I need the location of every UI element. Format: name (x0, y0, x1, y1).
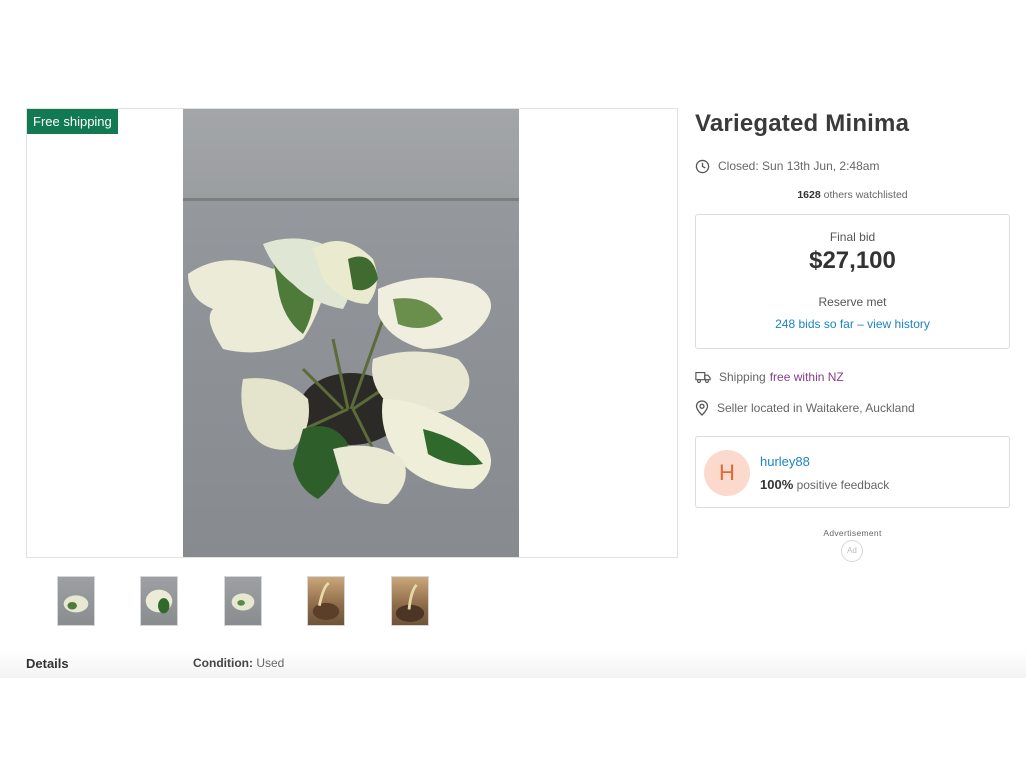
seller-card[interactable]: H hurley88 100% positive feedback (695, 436, 1010, 508)
seller-name-link[interactable]: hurley88 (760, 454, 810, 469)
thumbnail-3[interactable] (224, 576, 262, 626)
condition-label: Condition: (193, 656, 253, 670)
final-bid-panel: Final bid $27,100 Reserve met 248 bids s… (695, 214, 1010, 349)
shipping-value-link[interactable]: free within NZ (770, 370, 844, 384)
thumbnail-2[interactable] (140, 576, 178, 626)
thumbnail-1[interactable] (57, 576, 95, 626)
reserve-status: Reserve met (818, 295, 887, 309)
plant-illustration (188, 238, 491, 504)
listing-title: Variegated Minima (695, 110, 910, 137)
location-info: Seller located in Waitakere, Auckland (695, 399, 915, 417)
seller-avatar[interactable]: H (704, 450, 750, 496)
seller-feedback: 100% positive feedback (760, 477, 889, 492)
condition-row: Condition: Used (193, 656, 284, 670)
shipping-info: Shipping free within NZ (695, 368, 844, 386)
thumbnail-4[interactable] (307, 576, 345, 626)
main-product-photo[interactable] (183, 109, 519, 557)
free-shipping-badge: Free shipping (27, 109, 118, 134)
feedback-suffix: positive feedback (793, 478, 890, 492)
watchlist-count: 1628 others watchlisted (695, 189, 1010, 201)
location-text: Seller located in Waitakere, Auckland (717, 401, 915, 415)
feedback-percent: 100% (760, 477, 794, 492)
clock-icon (695, 159, 710, 173)
condition-value: Used (256, 656, 285, 670)
watchlist-number: 1628 (797, 189, 821, 201)
truck-icon (695, 371, 711, 383)
closed-text: Closed: Sun 13th Jun, 2:48am (718, 159, 880, 173)
details-heading: Details (26, 656, 69, 671)
watchlist-suffix: others watchlisted (820, 189, 908, 201)
ad-badge-icon[interactable]: Ad (841, 540, 863, 562)
main-image-gallery[interactable]: Free shipping (26, 108, 678, 558)
final-bid-label: Final bid (829, 230, 876, 244)
shipping-label: Shipping (719, 370, 766, 384)
location-pin-icon (695, 400, 709, 416)
final-bid-amount: $27,100 (809, 247, 896, 274)
details-section-bar (0, 650, 1026, 678)
thumbnail-strip (57, 576, 437, 626)
thumbnail-5[interactable] (391, 576, 429, 626)
advertisement-label: Advertisement (823, 528, 882, 538)
closed-status: Closed: Sun 13th Jun, 2:48am (695, 157, 879, 175)
bid-history-link[interactable]: 248 bids so far – view history (696, 317, 1009, 331)
